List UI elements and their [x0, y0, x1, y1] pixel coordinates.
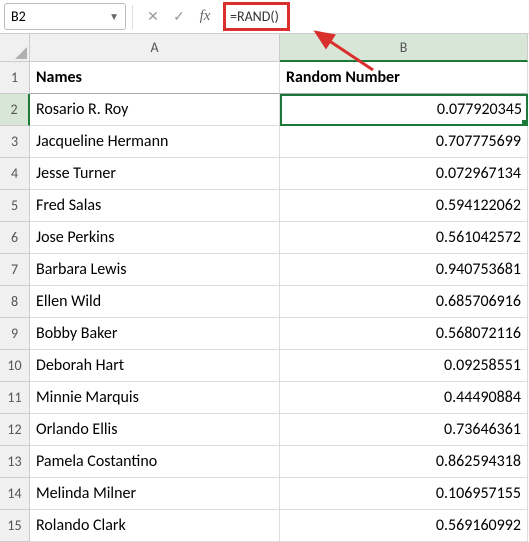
- cell-value[interactable]: 0.106957155: [280, 478, 528, 510]
- cell-b2-selected[interactable]: 0.077920345: [280, 94, 528, 126]
- cell-value[interactable]: 0.940753681: [280, 254, 528, 286]
- name-box-text: B2: [11, 8, 26, 25]
- cell-name[interactable]: Jesse Turner: [30, 158, 280, 190]
- cell-value[interactable]: 0.707775699: [280, 126, 528, 158]
- row-header[interactable]: 10: [0, 350, 30, 382]
- fx-icon[interactable]: fx: [195, 6, 215, 28]
- cell-value[interactable]: 0.569160992: [280, 510, 528, 542]
- column-header-a[interactable]: A: [30, 34, 280, 62]
- check-icon[interactable]: ✓: [169, 6, 189, 28]
- cell-name[interactable]: Ellen Wild: [30, 286, 280, 318]
- divider: [132, 5, 133, 29]
- formula-text: =RAND(): [230, 8, 279, 25]
- cell-name[interactable]: Rolando Clark: [30, 510, 280, 542]
- cell-name[interactable]: Minnie Marquis: [30, 382, 280, 414]
- cancel-icon[interactable]: ✕: [143, 6, 163, 28]
- row-header[interactable]: 4: [0, 158, 30, 190]
- cell-a1[interactable]: Names: [30, 62, 280, 94]
- row-header[interactable]: 15: [0, 510, 30, 542]
- cell-value[interactable]: 0.685706916: [280, 286, 528, 318]
- cell-name[interactable]: Melinda Milner: [30, 478, 280, 510]
- cell-value[interactable]: 0.862594318: [280, 446, 528, 478]
- formula-input[interactable]: =RAND(): [223, 2, 290, 31]
- formula-bar: B2 ▼ ✕ ✓ fx =RAND(): [0, 0, 529, 34]
- name-box[interactable]: B2 ▼: [4, 3, 126, 30]
- cell-value[interactable]: 0.09258551: [280, 350, 528, 382]
- select-all-corner[interactable]: [0, 34, 30, 62]
- cell-name[interactable]: Deborah Hart: [30, 350, 280, 382]
- cell-name[interactable]: Jacqueline Hermann: [30, 126, 280, 158]
- cell-value[interactable]: 0.44490884: [280, 382, 528, 414]
- cell-value[interactable]: 0.561042572: [280, 222, 528, 254]
- row-header[interactable]: 12: [0, 414, 30, 446]
- row-header[interactable]: 13: [0, 446, 30, 478]
- row-header[interactable]: 6: [0, 222, 30, 254]
- row-header[interactable]: 2: [0, 94, 30, 126]
- cell-value[interactable]: 0.072967134: [280, 158, 528, 190]
- cell-name[interactable]: Fred Salas: [30, 190, 280, 222]
- row-header[interactable]: 7: [0, 254, 30, 286]
- row-header[interactable]: 8: [0, 286, 30, 318]
- cell-name[interactable]: Pamela Costantino: [30, 446, 280, 478]
- row-header[interactable]: 9: [0, 318, 30, 350]
- cell-value[interactable]: 0.568072116: [280, 318, 528, 350]
- row-header[interactable]: 5: [0, 190, 30, 222]
- formula-bar-icons: ✕ ✓ fx: [139, 6, 219, 28]
- row-header[interactable]: 11: [0, 382, 30, 414]
- cell-name[interactable]: Jose Perkins: [30, 222, 280, 254]
- row-header[interactable]: 14: [0, 478, 30, 510]
- cell-name[interactable]: Orlando Ellis: [30, 414, 280, 446]
- cell-name[interactable]: Rosario R. Roy: [30, 94, 280, 126]
- spreadsheet-grid[interactable]: A B 1 Names Random Number 2 Rosario R. R…: [0, 34, 529, 542]
- column-header-b[interactable]: B: [280, 34, 528, 62]
- row-header[interactable]: 3: [0, 126, 30, 158]
- chevron-down-icon[interactable]: ▼: [109, 10, 119, 23]
- cell-value[interactable]: 0.594122062: [280, 190, 528, 222]
- cell-name[interactable]: Barbara Lewis: [30, 254, 280, 286]
- cell-name[interactable]: Bobby Baker: [30, 318, 280, 350]
- cell-value[interactable]: 0.73646361: [280, 414, 528, 446]
- cell-b1[interactable]: Random Number: [280, 62, 528, 94]
- row-header[interactable]: 1: [0, 62, 30, 94]
